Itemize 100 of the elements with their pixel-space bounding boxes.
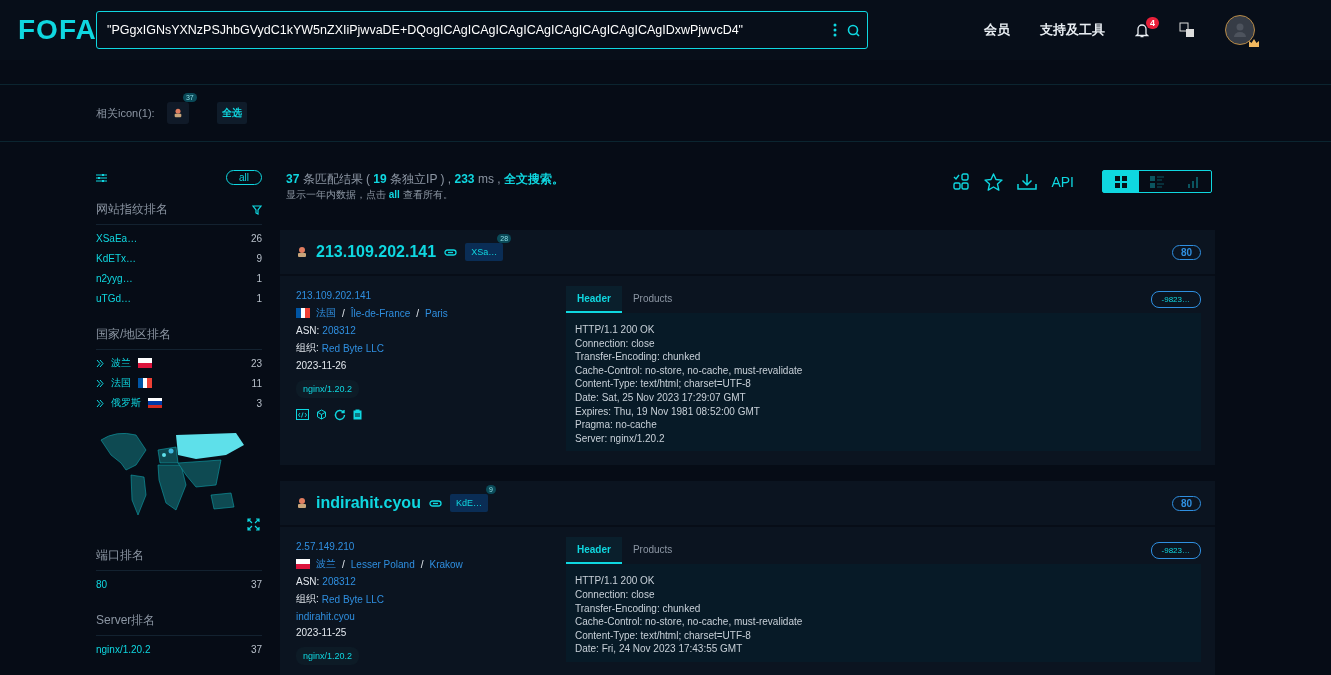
fingerprint-tag[interactable]: XSa… <box>465 243 504 261</box>
server-tag[interactable]: nginx/1.20.2 <box>296 380 360 398</box>
separator: / <box>416 307 420 319</box>
nav-link[interactable]: 会员 <box>984 21 1010 39</box>
crown-icon <box>1249 39 1259 47</box>
header-line: Connection: close <box>575 336 656 351</box>
api-link[interactable]: API <box>1051 173 1074 190</box>
asn-label: ASN: <box>296 325 320 336</box>
city-link[interactable]: Paris <box>425 307 448 319</box>
panel-tab[interactable]: Products <box>621 537 684 565</box>
org-label: 组织: <box>296 341 319 355</box>
region-link[interactable]: Lesser Poland <box>350 558 415 570</box>
header-line: Transfer-Encoding: chunked <box>575 601 702 616</box>
date-text: 2023-11-26 <box>296 360 348 371</box>
count: 11 <box>251 377 262 389</box>
org-link[interactable]: Red Byte LLC <box>321 593 385 605</box>
logo[interactable]: FOFA <box>18 14 96 46</box>
section-title: 国家/地区排名 <box>96 326 172 343</box>
count: 37 <box>250 643 262 655</box>
section-title: 端口排名 <box>96 547 144 564</box>
asn-link[interactable]: 208312 <box>322 576 356 588</box>
refresh-icon[interactable] <box>334 409 346 421</box>
checklist-icon[interactable] <box>953 173 971 190</box>
country-link[interactable]: 法国 <box>316 306 336 320</box>
chevron-icon[interactable] <box>96 398 104 408</box>
sliders-icon[interactable] <box>96 172 107 183</box>
hash-badge[interactable]: -9823… <box>1150 542 1201 560</box>
link-icon[interactable] <box>428 499 442 507</box>
section-title: Server排名 <box>96 612 156 629</box>
cube-icon[interactable] <box>316 409 327 420</box>
panel-tab[interactable]: Header <box>566 286 622 313</box>
more-icon[interactable] <box>833 23 837 37</box>
count: 37 <box>250 578 262 590</box>
expand-icon[interactable] <box>247 518 260 531</box>
stamp-icon <box>296 246 308 258</box>
count: 26 <box>250 232 262 244</box>
search-field[interactable]: "PGgxIGNsYXNzPSJhbGVydC1kYW5nZXIiPjwvaDE+DQogICAgICAgICAgICAgICAgICAgICAgICAgIDxwPjwvcD4" <box>96 11 868 49</box>
fingerprint-tag[interactable]: KdE… <box>449 494 488 513</box>
ranking-link[interactable]: n2yyg… <box>96 272 133 284</box>
ranking-link[interactable]: uTGd… <box>96 292 131 304</box>
server-tag[interactable]: nginx/1.20.2 <box>296 647 360 666</box>
ranking-link[interactable]: 80 <box>96 578 108 590</box>
panel-tab[interactable]: Header <box>566 537 622 565</box>
stamp-icon <box>172 107 183 119</box>
hash-badge[interactable]: -9823… <box>1150 291 1201 308</box>
star-icon[interactable] <box>984 172 1004 191</box>
asn-link[interactable]: 208312 <box>322 325 356 336</box>
header-line: Transfer-Encoding: chunked <box>575 350 702 364</box>
filter-icon[interactable] <box>252 204 262 215</box>
ranking-link[interactable]: XSaEa… <box>96 232 138 244</box>
header-line: Date: Fri, 24 Nov 2023 17:43:55 GMT <box>575 642 744 656</box>
separator: / <box>342 558 345 570</box>
view-toggle[interactable] <box>1103 171 1139 192</box>
count: 3 <box>256 397 262 409</box>
related-icons-label: 相关icon(1): <box>96 105 155 121</box>
bell-icon[interactable] <box>1135 22 1149 38</box>
download-icon[interactable] <box>1017 172 1038 191</box>
ip-link[interactable]: 213.109.202.141 <box>296 290 566 301</box>
header-line: Connection: close <box>575 587 656 602</box>
country-link[interactable]: 俄罗斯 <box>111 396 141 410</box>
header-line: Content-Type: text/html; charset=UTF-8 <box>575 377 752 391</box>
header-line: Expires: Thu, 19 Nov 1981 08:52:00 GMT <box>575 404 761 419</box>
code-icon[interactable] <box>296 409 309 420</box>
date-text: 2023-11-25 <box>296 627 348 639</box>
ip-link[interactable]: 2.57.149.210 <box>296 541 566 553</box>
results-summary: 37 条匹配结果 ( 19 条独立IP ) , 233 ms , 全文搜索。 <box>286 171 564 188</box>
header-line: Pragma: no-cache <box>575 418 658 432</box>
header-line: Date: Sat, 25 Nov 2023 17:29:07 GMT <box>575 390 747 405</box>
panel-tab[interactable]: Products <box>621 286 684 313</box>
search-icon[interactable] <box>847 23 860 37</box>
country-link[interactable]: 波兰 <box>111 356 131 370</box>
link-icon[interactable] <box>444 248 458 256</box>
chevron-icon[interactable] <box>96 378 104 388</box>
host-title[interactable]: indirahit.cyou <box>316 494 421 513</box>
org-label: 组织: <box>296 592 319 607</box>
asn-label: ASN: <box>296 576 320 588</box>
city-link[interactable]: Krakow <box>429 558 463 570</box>
header-line: Cache-Control: no-store, no-cache, must-revalidate <box>575 615 804 629</box>
header-line: Content-Type: text/html; charset=UTF-8 <box>575 628 752 643</box>
host-title[interactable]: 213.109.202.141 <box>316 243 437 261</box>
count: 1 <box>256 292 262 304</box>
country-link[interactable]: 法国 <box>111 376 131 390</box>
country-link[interactable]: 波兰 <box>316 557 336 572</box>
header-line: Server: nginx/1.20.2 <box>575 431 666 446</box>
count: 9 <box>256 252 262 264</box>
count: 1 <box>256 272 262 284</box>
ranking-link[interactable]: KdETx… <box>96 252 136 264</box>
favicon-chip[interactable] <box>166 102 189 124</box>
ranking-link[interactable]: nginx/1.20.2 <box>96 643 151 655</box>
bar-chart-icon <box>1187 175 1199 188</box>
notification-badge: 4 <box>1146 16 1159 29</box>
org-link[interactable]: Red Byte LLC <box>321 342 385 354</box>
chevron-icon[interactable] <box>96 358 104 368</box>
list-icon <box>1150 175 1164 188</box>
region-link[interactable]: Île-de-France <box>350 307 411 319</box>
select-all-button[interactable]: 全选 <box>216 102 247 124</box>
domain-link[interactable]: indirahit.cyou <box>296 611 566 623</box>
clipboard-icon[interactable] <box>353 409 362 420</box>
nav-link[interactable]: 支持及工具 <box>1040 21 1105 39</box>
full-text-search-link[interactable]: 全文搜索。 <box>503 172 564 186</box>
